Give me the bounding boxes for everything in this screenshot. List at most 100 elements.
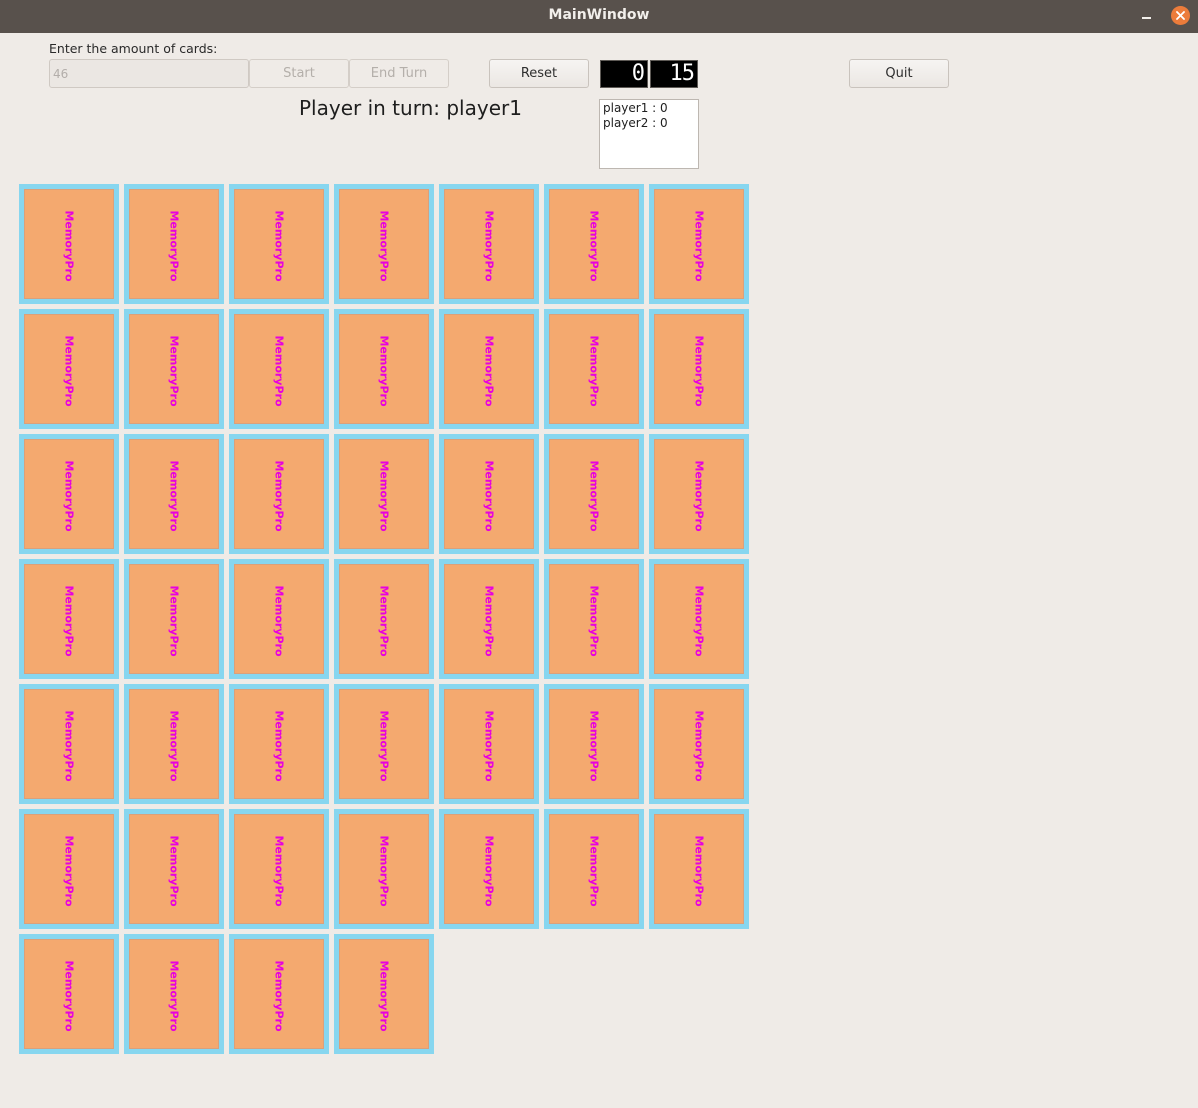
memory-card[interactable]: MemoryPro	[229, 434, 329, 554]
memory-card[interactable]: MemoryPro	[124, 559, 224, 679]
card-back-label: MemoryPro	[62, 460, 76, 532]
card-back-label: MemoryPro	[272, 335, 286, 407]
start-button[interactable]: Start	[249, 59, 349, 88]
memory-card[interactable]: MemoryPro	[334, 684, 434, 804]
memory-card[interactable]: MemoryPro	[334, 559, 434, 679]
card-back-face: MemoryPro	[129, 689, 219, 799]
memory-card[interactable]: MemoryPro	[229, 559, 329, 679]
card-back-label: MemoryPro	[167, 210, 181, 282]
memory-card[interactable]: MemoryPro	[544, 809, 644, 929]
memory-card[interactable]: MemoryPro	[124, 309, 224, 429]
memory-card[interactable]: MemoryPro	[439, 559, 539, 679]
memory-card[interactable]: MemoryPro	[649, 309, 749, 429]
card-back-label: MemoryPro	[692, 335, 706, 407]
memory-card[interactable]: MemoryPro	[124, 184, 224, 304]
card-back-label: MemoryPro	[377, 960, 391, 1032]
card-back-label: MemoryPro	[62, 835, 76, 907]
score-item-player1[interactable]: player1 : 0	[603, 101, 695, 116]
card-back-face: MemoryPro	[654, 439, 744, 549]
card-back-label: MemoryPro	[482, 835, 496, 907]
memory-card[interactable]: MemoryPro	[229, 809, 329, 929]
card-back-face: MemoryPro	[654, 689, 744, 799]
end-turn-button[interactable]: End Turn	[349, 59, 449, 88]
card-back-face: MemoryPro	[549, 314, 639, 424]
card-back-face: MemoryPro	[549, 689, 639, 799]
memory-card[interactable]: MemoryPro	[124, 934, 224, 1054]
memory-card[interactable]: MemoryPro	[649, 809, 749, 929]
card-back-face: MemoryPro	[24, 439, 114, 549]
card-back-label: MemoryPro	[587, 585, 601, 657]
memory-card[interactable]: MemoryPro	[649, 434, 749, 554]
memory-card[interactable]: MemoryPro	[649, 684, 749, 804]
memory-card[interactable]: MemoryPro	[124, 684, 224, 804]
memory-card[interactable]: MemoryPro	[544, 184, 644, 304]
memory-card[interactable]: MemoryPro	[124, 434, 224, 554]
memory-card[interactable]: MemoryPro	[334, 434, 434, 554]
memory-card[interactable]: MemoryPro	[19, 559, 119, 679]
memory-card[interactable]: MemoryPro	[439, 434, 539, 554]
card-back-face: MemoryPro	[234, 689, 324, 799]
amount-input[interactable]	[49, 59, 249, 88]
card-back-face: MemoryPro	[339, 189, 429, 299]
card-back-face: MemoryPro	[339, 314, 429, 424]
memory-card[interactable]: MemoryPro	[229, 309, 329, 429]
memory-card[interactable]: MemoryPro	[544, 684, 644, 804]
card-back-label: MemoryPro	[587, 835, 601, 907]
memory-card[interactable]: MemoryPro	[649, 559, 749, 679]
card-back-face: MemoryPro	[129, 439, 219, 549]
card-back-face: MemoryPro	[24, 814, 114, 924]
memory-card[interactable]: MemoryPro	[334, 809, 434, 929]
card-back-label: MemoryPro	[692, 710, 706, 782]
amount-label: Enter the amount of cards:	[49, 41, 218, 56]
score-item-player2[interactable]: player2 : 0	[603, 116, 695, 131]
memory-card[interactable]: MemoryPro	[229, 684, 329, 804]
memory-card[interactable]: MemoryPro	[19, 184, 119, 304]
quit-button[interactable]: Quit	[849, 59, 949, 88]
memory-card[interactable]: MemoryPro	[649, 184, 749, 304]
memory-card[interactable]: MemoryPro	[439, 309, 539, 429]
card-back-face: MemoryPro	[549, 814, 639, 924]
card-back-label: MemoryPro	[377, 460, 391, 532]
memory-card[interactable]: MemoryPro	[19, 309, 119, 429]
memory-card[interactable]: MemoryPro	[334, 184, 434, 304]
memory-card[interactable]: MemoryPro	[19, 809, 119, 929]
memory-card[interactable]: MemoryPro	[544, 434, 644, 554]
memory-card[interactable]: MemoryPro	[124, 809, 224, 929]
card-back-face: MemoryPro	[129, 939, 219, 1049]
memory-card[interactable]: MemoryPro	[439, 684, 539, 804]
card-back-label: MemoryPro	[272, 960, 286, 1032]
card-back-label: MemoryPro	[482, 210, 496, 282]
card-back-face: MemoryPro	[234, 314, 324, 424]
card-back-face: MemoryPro	[24, 689, 114, 799]
memory-card[interactable]: MemoryPro	[19, 434, 119, 554]
card-back-face: MemoryPro	[339, 439, 429, 549]
card-back-face: MemoryPro	[549, 189, 639, 299]
card-back-label: MemoryPro	[377, 335, 391, 407]
card-back-label: MemoryPro	[272, 210, 286, 282]
memory-card[interactable]: MemoryPro	[229, 184, 329, 304]
card-back-label: MemoryPro	[482, 710, 496, 782]
memory-card[interactable]: MemoryPro	[334, 934, 434, 1054]
card-back-label: MemoryPro	[587, 710, 601, 782]
card-back-face: MemoryPro	[549, 564, 639, 674]
card-back-face: MemoryPro	[444, 689, 534, 799]
card-back-face: MemoryPro	[444, 814, 534, 924]
memory-card[interactable]: MemoryPro	[19, 934, 119, 1054]
minimize-icon[interactable]	[1137, 6, 1157, 26]
card-back-face: MemoryPro	[339, 939, 429, 1049]
memory-card[interactable]: MemoryPro	[544, 559, 644, 679]
card-back-label: MemoryPro	[587, 460, 601, 532]
close-icon[interactable]	[1171, 6, 1190, 25]
memory-card[interactable]: MemoryPro	[229, 934, 329, 1054]
reset-button[interactable]: Reset	[489, 59, 589, 88]
memory-card[interactable]: MemoryPro	[334, 309, 434, 429]
card-back-label: MemoryPro	[167, 335, 181, 407]
memory-card[interactable]: MemoryPro	[439, 809, 539, 929]
card-back-label: MemoryPro	[692, 585, 706, 657]
memory-card[interactable]: MemoryPro	[439, 184, 539, 304]
memory-card[interactable]: MemoryPro	[544, 309, 644, 429]
card-back-face: MemoryPro	[24, 939, 114, 1049]
lcd-display-primary: 0	[600, 60, 648, 88]
memory-card[interactable]: MemoryPro	[19, 684, 119, 804]
score-list[interactable]: player1 : 0 player2 : 0	[599, 99, 699, 169]
